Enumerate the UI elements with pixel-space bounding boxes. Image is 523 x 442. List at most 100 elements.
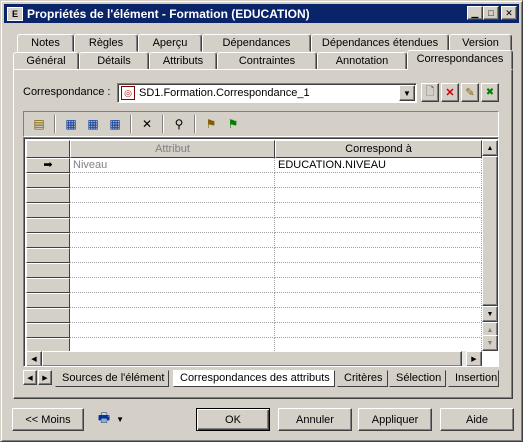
scroll-up-icon[interactable]: ▲ [482,140,498,156]
cell-correspond[interactable]: EDUCATION.NIVEAU [275,158,482,173]
tab-general[interactable]: Général [13,52,79,70]
column-header-correspond[interactable]: Correspond à [275,140,482,158]
properties-icon[interactable]: ▤ [28,114,50,134]
cell-attribut[interactable] [70,173,275,188]
scroll-left-icon[interactable]: ◀ [26,351,42,366]
cell-attribut[interactable] [70,233,275,248]
delete-icon[interactable]: ✕ [136,114,158,134]
add-rows-icon[interactable]: ▦ [104,114,126,134]
new-mapping-button[interactable]: 🗋 [421,83,439,102]
window-title: Propriétés de l'élément - Formation (EDU… [27,6,310,21]
cell-correspond[interactable] [275,218,482,233]
scroll-right-icon[interactable]: ▶ [466,351,482,366]
app-icon: E [7,6,23,21]
row-header[interactable] [26,248,70,263]
cell-attribut[interactable] [70,248,275,263]
less-button[interactable]: << Moins [12,408,84,431]
cell-correspond[interactable] [275,323,482,338]
subtab-insertion[interactable]: Insertion [448,370,499,387]
cell-correspond[interactable] [275,263,482,278]
chevron-down-icon[interactable]: ▼ [399,85,415,101]
row-header[interactable] [26,278,70,293]
tab-contraintes[interactable]: Contraintes [217,52,317,70]
apply-button[interactable]: Appliquer [358,408,432,431]
subtab-selection[interactable]: Sélection [389,370,447,387]
vertical-scrollbar[interactable]: ▲ ▼ ▲ ▼ [482,140,498,351]
cell-correspond[interactable] [275,233,482,248]
filter-icon[interactable]: ⚑ [200,114,222,134]
printer-icon: 🖶 [97,409,111,425]
tab-correspondances[interactable]: Correspondances [407,50,513,70]
column-header-attribut[interactable]: Attribut [70,140,275,158]
cell-attribut[interactable] [70,278,275,293]
scroll-down-icon[interactable]: ▼ [482,306,498,322]
cell-attribut[interactable] [70,308,275,323]
cell-correspond[interactable] [275,293,482,308]
subtab-criteres[interactable]: Critères [337,370,388,387]
vertical-scroll-thumb[interactable] [482,156,498,306]
cell-attribut[interactable] [70,293,275,308]
cell-attribut[interactable] [70,203,275,218]
horizontal-scroll-thumb[interactable] [42,351,462,366]
row-header[interactable] [26,323,70,338]
mapping-properties-button[interactable]: ✎ [461,83,479,102]
row-header[interactable] [26,188,70,203]
tab-regles[interactable]: Règles [74,34,138,52]
maximize-button[interactable]: □ [483,6,499,20]
cell-attribut[interactable] [70,218,275,233]
minimize-button[interactable]: ▁ [467,6,483,20]
cell-attribut[interactable] [70,323,275,338]
row-header[interactable] [26,233,70,248]
row-header[interactable] [26,263,70,278]
row-header[interactable] [26,308,70,323]
row-header[interactable] [26,203,70,218]
insert-row-icon[interactable]: ▦ [82,114,104,134]
row-header[interactable] [26,173,70,188]
delete-mapping-button[interactable]: ✕ [441,83,459,102]
row-header[interactable] [26,218,70,233]
cell-correspond[interactable] [275,203,482,218]
add-row-icon[interactable]: ▦ [60,114,82,134]
toolbar-separator [162,115,164,133]
correspondance-label: Correspondance : [23,86,111,98]
tab-row-bottom: Général Détails Attributs Contraintes An… [13,50,513,70]
horizontal-scrollbar[interactable]: ◀ ▶ [26,351,482,366]
tab-apercu[interactable]: Aperçu [138,34,202,52]
close-button[interactable]: ✕ [501,6,517,20]
scroll-down-disabled-icon[interactable]: ▼ [482,335,498,351]
subtab-correspondances-attributs[interactable]: Correspondances des attributs [173,370,335,387]
tab-attributs[interactable]: Attributs [149,52,217,70]
cancel-button[interactable]: Annuler [278,408,352,431]
cell-correspond[interactable] [275,278,482,293]
help-button[interactable]: Aide [440,408,514,431]
title-bar[interactable]: E Propriétés de l'élément - Formation (E… [4,4,519,23]
tab-annotation[interactable]: Annotation [317,52,407,70]
cell-correspond[interactable] [275,308,482,323]
cell-attribut[interactable] [70,263,275,278]
subtab-sources[interactable]: Sources de l'élément [55,370,170,387]
cell-attribut[interactable]: Niveau [70,158,275,173]
filter-clear-icon[interactable]: ⚑ [222,114,244,134]
tab-notes[interactable]: Notes [17,34,74,52]
tab-scroll-left-icon[interactable]: ◀ [23,370,37,385]
correspondance-value: SD1.Formation.Correspondance_1 [139,87,310,99]
cell-correspond[interactable] [275,188,482,203]
grid-corner [26,140,70,158]
cell-attribut[interactable] [70,188,275,203]
mapping-extra-button[interactable]: ✖ [481,83,499,102]
apply-button-label: Appliquer [371,413,419,426]
maximize-icon: □ [488,8,494,18]
tab-scroll-right-icon[interactable]: ▶ [38,370,52,385]
properties-window: E Propriétés de l'élément - Formation (E… [0,0,523,442]
tab-dependances[interactable]: Dépendances [202,34,311,52]
print-options-button[interactable]: 🖶 ▼ [91,408,131,431]
row-header[interactable]: ➡ [26,158,70,173]
find-icon[interactable]: ⚲ [168,114,190,134]
cell-correspond[interactable] [275,173,482,188]
cell-correspond[interactable] [275,248,482,263]
ok-button[interactable]: OK [196,408,270,431]
tab-details[interactable]: Détails [79,52,149,70]
row-header[interactable] [26,293,70,308]
correspondance-select[interactable]: ◎ SD1.Formation.Correspondance_1 ▼ [117,83,417,103]
mapping-icon: ◎ [121,86,135,100]
